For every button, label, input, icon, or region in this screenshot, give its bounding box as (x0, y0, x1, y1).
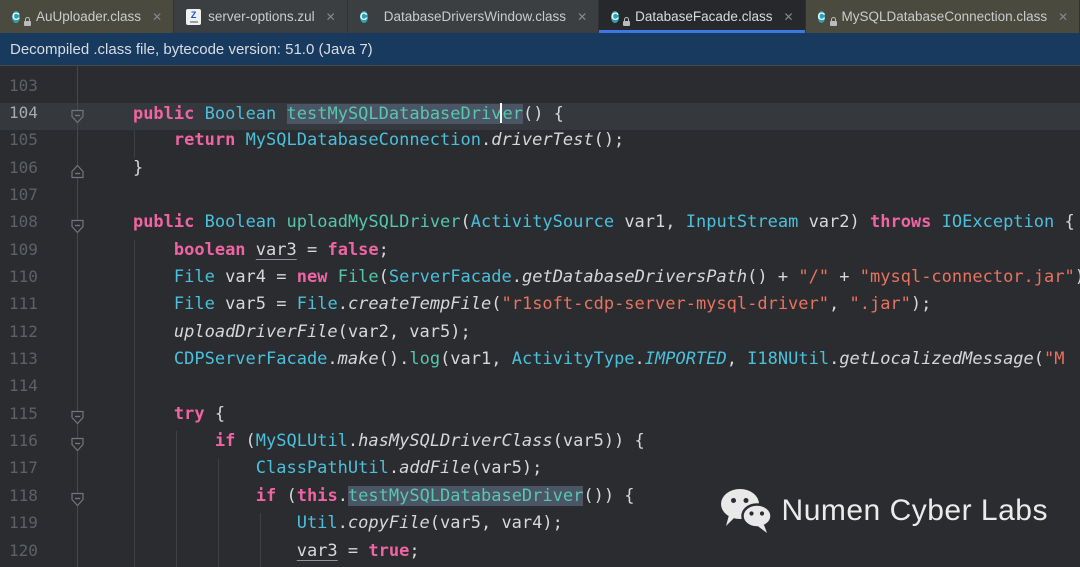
tab-close-icon[interactable]: ✕ (326, 11, 336, 23)
code-line-111[interactable]: File var5 = File.createTempFile("r1soft-… (92, 294, 1080, 321)
line-number: 112 (9, 321, 38, 341)
tab-DatabaseDriversWindow.class[interactable]: C DatabaseDriversWindow.class ✕ (348, 0, 600, 33)
line-number: 105 (9, 130, 38, 150)
tab-bar: C AuUploader.class ✕ Zserver-options.zul ✕ C D… (0, 0, 1080, 33)
class-locked-icon: C (12, 8, 31, 26)
tab-close-icon[interactable]: ✕ (152, 11, 162, 23)
fold-collapse-icon[interactable] (70, 492, 85, 507)
tab-MySQLDatabaseConnection.class[interactable]: C MySQLDatabaseConnection.class ✕ (805, 0, 1080, 33)
gutter-line-numbers: 103 104 105 106 107 108 109 110 111 112 113 114 115 1… (0, 66, 62, 567)
code-line-112[interactable]: uploadDriverFile(var2, var5); (92, 322, 1080, 349)
tab-label: server-options.zul (208, 9, 315, 24)
decompile-banner: Decompiled .class file, bytecode version… (0, 33, 1080, 66)
tab-label: AuUploader.class (36, 9, 142, 24)
line-number: 104 (9, 103, 38, 122)
tab-close-icon[interactable]: ✕ (577, 11, 587, 23)
fold-collapse-icon[interactable] (70, 437, 85, 452)
tab-close-icon[interactable]: ✕ (783, 11, 793, 23)
class-locked-icon: C (817, 8, 837, 26)
class-icon: C (359, 11, 368, 23)
ide-window: C AuUploader.class ✕ Zserver-options.zul ✕ C D… (0, 0, 1080, 567)
code-line-102[interactable]: } (92, 66, 1080, 76)
tab-close-icon[interactable]: ✕ (1058, 11, 1068, 23)
class-locked-icon: C (611, 8, 631, 26)
code-line-104[interactable]: public Boolean testMySQLDatabaseDriver()… (92, 103, 1080, 130)
line-number: 107 (9, 185, 38, 205)
tab-label: DatabaseFacade.class (635, 9, 773, 24)
line-number: 111 (9, 294, 38, 314)
code-line-110[interactable]: File var4 = new File(ServerFacade.getDat… (92, 267, 1080, 294)
line-number (0, 66, 62, 76)
tab-DatabaseFacade.class[interactable]: C DatabaseFacade.class ✕ (599, 0, 806, 33)
line-number: 109 (9, 239, 38, 259)
fold-collapse-icon[interactable] (70, 410, 85, 425)
line-number: 110 (9, 267, 38, 287)
code-line-108[interactable]: public Boolean uploadMySQLDriver(Activit… (92, 212, 1080, 239)
code-line-107[interactable] (92, 185, 1080, 212)
line-number: 108 (9, 212, 38, 232)
code-line-120[interactable]: var3 = true; (92, 541, 1080, 567)
code-line-105[interactable]: return MySQLDatabaseConnection.driverTes… (92, 130, 1080, 157)
code-line-116[interactable]: if (MySQLUtil.hasMySQLDriverClass(var5))… (92, 431, 1080, 458)
line-number: 113 (9, 349, 38, 369)
line-number: 114 (9, 376, 38, 396)
code-line-109[interactable]: boolean var3 = false; (92, 240, 1080, 267)
tab-label: DatabaseDriversWindow.class (383, 9, 567, 24)
fold-collapse-icon[interactable] (70, 219, 85, 234)
line-number: 116 (9, 431, 38, 451)
line-number: 103 (9, 75, 38, 95)
code-line-106[interactable]: } (92, 158, 1080, 185)
line-number: 120 (9, 540, 38, 560)
watermark-text: Numen Cyber Labs (781, 494, 1048, 527)
code-line-103[interactable] (92, 76, 1080, 103)
code-line-117[interactable]: ClassPathUtil.addFile(var5); (92, 458, 1080, 485)
fold-end-icon[interactable] (70, 164, 85, 179)
fold-collapse-icon[interactable] (70, 109, 85, 124)
line-number: 115 (9, 403, 38, 423)
tab-label: MySQLDatabaseConnection.class (841, 9, 1048, 24)
line-number: 106 (9, 157, 38, 177)
code-line-114[interactable] (92, 376, 1080, 403)
line-number: 119 (9, 513, 38, 533)
line-number: 117 (9, 458, 38, 478)
tab-server-options.zul[interactable]: Zserver-options.zul ✕ (174, 0, 348, 33)
wechat-icon (720, 489, 772, 533)
line-number: 118 (9, 485, 38, 505)
watermark: Numen Cyber Labs (720, 488, 1048, 534)
zul-file-icon: Z (186, 8, 202, 25)
tab-AuUploader.class[interactable]: C AuUploader.class ✕ (0, 0, 175, 33)
code-line-115[interactable]: try { (92, 404, 1080, 431)
decompile-banner-text: Decompiled .class file, bytecode version… (10, 40, 373, 58)
code-line-113[interactable]: CDPServerFacade.make().log(var1, Activit… (92, 349, 1080, 376)
